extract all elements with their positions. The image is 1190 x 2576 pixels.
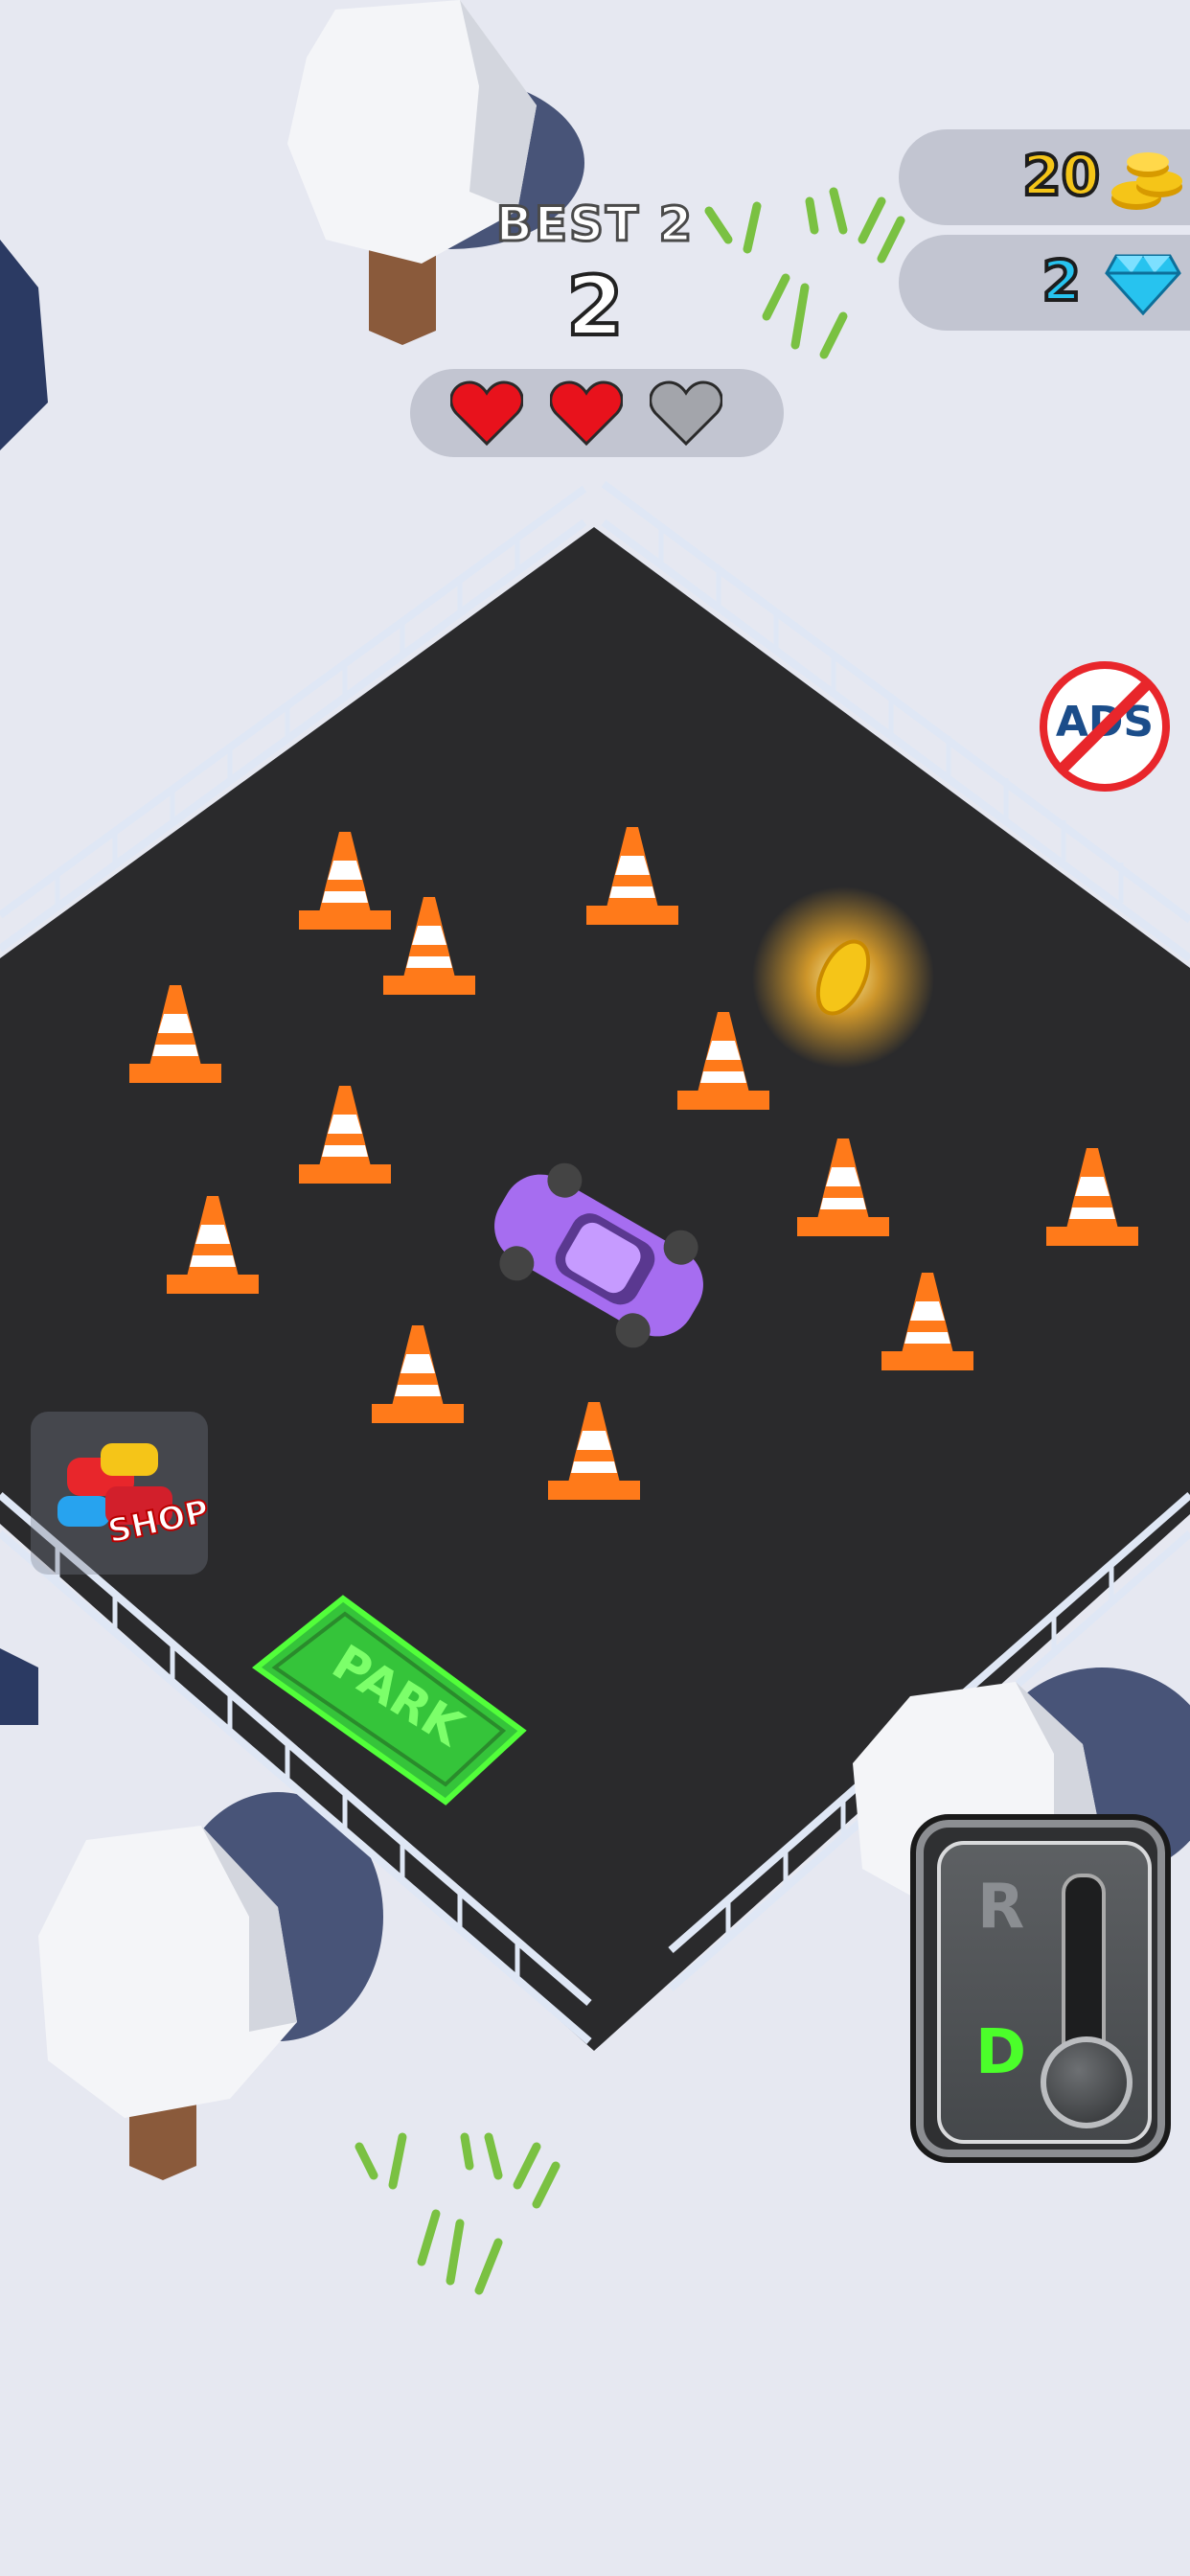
gear-reverse-label[interactable]: R (977, 1872, 1024, 1943)
coin-stack-icon (1111, 152, 1182, 210)
gems-value: 2 (1041, 246, 1083, 315)
coins-panel: 20 (899, 129, 1190, 225)
gear-panel: R D (937, 1841, 1152, 2144)
heart-icon (549, 380, 624, 449)
gems-panel: 2 (899, 235, 1190, 331)
hearts-row (449, 380, 723, 449)
gear-knob[interactable] (1041, 2036, 1133, 2128)
coins-value: 20 (1020, 141, 1102, 210)
gear-shifter[interactable]: R D (910, 1814, 1171, 2163)
lives-panel (410, 369, 784, 457)
heart-icon (449, 380, 524, 449)
heart-icon (649, 380, 723, 449)
grass-tuft (355, 2132, 561, 2295)
diamond-icon (1105, 254, 1181, 315)
no-ads-button[interactable]: ADS (1040, 661, 1170, 792)
shop-button[interactable]: SHOP (31, 1412, 214, 1575)
gear-drive-label[interactable]: D (975, 2017, 1026, 2088)
edge-shadow (0, 1648, 38, 1725)
